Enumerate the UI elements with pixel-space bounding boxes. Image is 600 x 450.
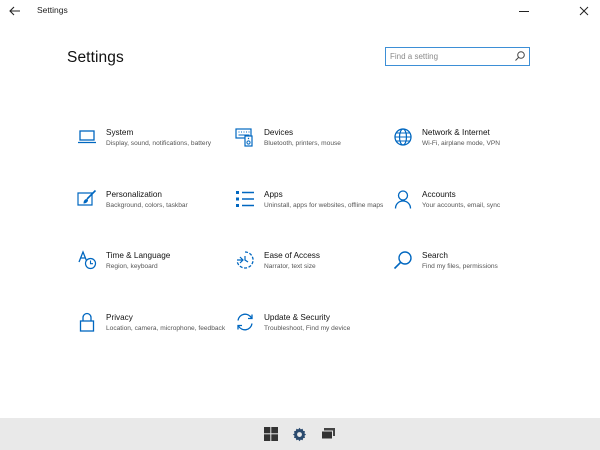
taskbar-settings-button[interactable] (291, 426, 307, 442)
app-list-icon (236, 191, 254, 207)
search-box[interactable] (385, 47, 530, 66)
item-name: Time & Language (106, 251, 171, 260)
item-name: Search (422, 251, 448, 260)
settings-item-personalization[interactable]: Personalization Background, colors, task… (77, 189, 227, 233)
settings-gear-icon (292, 427, 306, 441)
settings-item-update-security[interactable]: Update & Security Troubleshoot, Find my … (235, 312, 385, 356)
item-name: Accounts (422, 190, 456, 199)
minimize-icon (519, 11, 529, 12)
item-description: Uninstall, apps for websites, offline ma… (264, 202, 384, 209)
taskbar (0, 418, 600, 450)
search-icon (393, 251, 412, 270)
search-input[interactable] (390, 48, 512, 64)
time-language-icon (78, 250, 97, 270)
ease-of-access-icon (236, 251, 254, 269)
keyboard-speaker-icon (235, 128, 253, 147)
laptop-icon (78, 130, 96, 144)
item-name: Ease of Access (264, 251, 320, 260)
item-name: Privacy (106, 313, 133, 322)
settings-item-network[interactable]: Network & Internet Wi-Fi, airplane mode,… (393, 127, 543, 171)
settings-item-system[interactable]: System Display, sound, notifications, ba… (77, 127, 227, 171)
item-description: Find my files, permissions (422, 263, 498, 270)
lock-icon (79, 312, 95, 332)
settings-item-time-language[interactable]: Time & Language Region, keyboard (77, 250, 227, 294)
minimize-button[interactable] (515, 2, 533, 20)
window-title: Settings (37, 5, 68, 15)
item-description: Region, keyboard (106, 263, 158, 270)
start-button[interactable] (263, 426, 279, 442)
settings-item-devices[interactable]: Devices Bluetooth, printers, mouse (235, 127, 385, 171)
person-icon (394, 190, 412, 209)
close-button[interactable] (575, 2, 593, 20)
close-icon (579, 6, 589, 16)
globe-icon (394, 128, 412, 146)
back-arrow-icon (9, 6, 20, 16)
settings-item-search[interactable]: Search Find my files, permissions (393, 250, 543, 294)
windows-start-icon (264, 427, 278, 441)
task-view-icon (320, 428, 335, 440)
item-name: Devices (264, 128, 294, 137)
item-name: System (106, 128, 134, 137)
page-title: Settings (67, 49, 124, 66)
settings-item-privacy[interactable]: Privacy Location, camera, microphone, fe… (77, 312, 227, 356)
settings-item-ease-of-access[interactable]: Ease of Access Narrator, text size (235, 250, 385, 294)
sync-arrows-icon (237, 313, 253, 331)
back-button[interactable] (6, 2, 24, 20)
settings-item-apps[interactable]: Apps Uninstall, apps for websites, offli… (235, 189, 385, 233)
item-description: Narrator, text size (264, 263, 316, 270)
item-name: Update & Security (264, 313, 330, 322)
item-name: Network & Internet (422, 128, 490, 137)
title-bar: Settings (0, 0, 600, 22)
item-description: Location, camera, microphone, feedback (106, 325, 226, 332)
item-name: Personalization (106, 190, 162, 199)
item-description: Wi-Fi, airplane mode, VPN (422, 140, 501, 147)
item-description: Your accounts, email, sync (422, 202, 501, 209)
settings-item-accounts[interactable]: Accounts Your accounts, email, sync (393, 189, 543, 233)
item-description: Background, colors, taskbar (106, 202, 188, 209)
task-view-button[interactable] (320, 426, 336, 442)
item-name: Apps (264, 190, 283, 199)
paint-brush-icon (77, 189, 97, 206)
item-description: Troubleshoot, Find my device (264, 325, 351, 332)
item-description: Display, sound, notifications, battery (106, 140, 212, 147)
search-icon[interactable] (514, 50, 526, 62)
item-description: Bluetooth, printers, mouse (264, 140, 341, 147)
